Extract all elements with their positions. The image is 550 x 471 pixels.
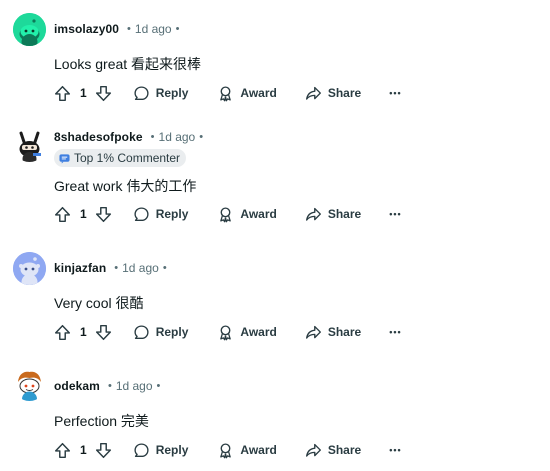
- award-ribbon-icon: [220, 206, 232, 222]
- comment-actions: 1 Reply Award Share •••: [54, 321, 402, 343]
- speech-bubble-icon: [134, 324, 149, 339]
- award-label: Award: [240, 207, 277, 221]
- snoo-green-avatar: [13, 13, 46, 46]
- reply-button[interactable]: Reply: [133, 442, 189, 459]
- ellipsis-icon[interactable]: •••: [389, 445, 401, 455]
- award-ribbon-icon: [220, 85, 232, 101]
- share-button[interactable]: Share: [305, 206, 361, 223]
- snoo-hair-avatar: [13, 368, 46, 401]
- timestamp[interactable]: 1d ago: [116, 379, 153, 393]
- avatar[interactable]: [13, 129, 46, 162]
- upvote-arrow-icon[interactable]: [54, 324, 71, 341]
- share-button[interactable]: Share: [305, 324, 361, 341]
- comment-body: Looks great 看起来很棒: [54, 56, 202, 72]
- award-button[interactable]: Award: [217, 206, 277, 223]
- comment-meta: kinjazfan • 1d ago •: [54, 261, 167, 275]
- commenter-badge-icon: [59, 153, 70, 164]
- separator-dot: •: [114, 262, 119, 274]
- reply-label: Reply: [155, 443, 189, 457]
- username[interactable]: 8shadesofpoke: [54, 130, 143, 144]
- share-button[interactable]: Share: [305, 85, 361, 102]
- downvote-arrow-icon[interactable]: [95, 206, 112, 223]
- username[interactable]: odekam: [54, 379, 100, 393]
- vote-group: 1: [54, 324, 112, 341]
- ellipsis-icon[interactable]: •••: [389, 209, 401, 219]
- comment-actions: 1 Reply Award Share •••: [54, 203, 402, 225]
- award-button[interactable]: Award: [217, 85, 277, 102]
- downvote-arrow-icon[interactable]: [95, 324, 112, 341]
- reply-label: Reply: [155, 325, 189, 339]
- avatar[interactable]: [13, 13, 46, 46]
- ellipsis-icon[interactable]: •••: [389, 327, 401, 337]
- timestamp[interactable]: 1d ago: [135, 22, 172, 36]
- share-label: Share: [327, 207, 362, 221]
- separator-dot: •: [199, 131, 204, 143]
- award-ribbon-icon: [220, 324, 232, 340]
- share-label: Share: [327, 325, 362, 339]
- speech-bubble-icon: [134, 442, 149, 457]
- downvote-arrow-icon[interactable]: [95, 85, 112, 102]
- upvote-arrow-icon[interactable]: [54, 85, 71, 102]
- user-flair: Top 1% Commenter: [54, 149, 187, 167]
- vote-score: 1: [80, 86, 87, 100]
- share-label: Share: [327, 86, 362, 100]
- share-label: Share: [327, 443, 362, 457]
- vote-group: 1: [54, 85, 112, 102]
- username[interactable]: kinjazfan: [54, 261, 106, 275]
- award-ribbon-icon: [220, 442, 232, 458]
- award-button[interactable]: Award: [217, 442, 277, 459]
- ellipsis-icon[interactable]: •••: [389, 88, 401, 98]
- award-label: Award: [240, 86, 277, 100]
- separator-dot: •: [175, 23, 180, 35]
- username[interactable]: imsolazy00: [54, 22, 119, 36]
- share-arrow-icon: [305, 86, 321, 100]
- comment-body: Perfection 完美: [54, 413, 149, 429]
- flair-label: Top 1% Commenter: [74, 151, 181, 165]
- comment-body: Great work 伟大的工作: [54, 178, 197, 194]
- timestamp[interactable]: 1d ago: [122, 261, 159, 275]
- comment-body: Very cool 很酷: [54, 295, 144, 311]
- upvote-arrow-icon[interactable]: [54, 206, 71, 223]
- separator-dot: •: [107, 380, 112, 392]
- share-arrow-icon: [305, 325, 321, 339]
- snoo-ninja-avatar: [13, 129, 46, 162]
- award-button[interactable]: Award: [217, 324, 277, 341]
- comment-meta: 8shadesofpoke • 1d ago •: [54, 130, 203, 144]
- reply-label: Reply: [155, 207, 189, 221]
- comment-meta: odekam • 1d ago •: [54, 379, 160, 393]
- reply-button[interactable]: Reply: [133, 206, 189, 223]
- vote-score: 1: [80, 325, 87, 339]
- share-button[interactable]: Share: [305, 442, 361, 459]
- timestamp[interactable]: 1d ago: [159, 130, 196, 144]
- avatar[interactable]: [13, 368, 46, 401]
- vote-group: 1: [54, 206, 112, 223]
- comment-actions: 1 Reply Award Share •••: [54, 439, 402, 461]
- speech-bubble-icon: [134, 85, 149, 100]
- reply-label: Reply: [155, 86, 189, 100]
- award-label: Award: [240, 325, 277, 339]
- comment-meta: imsolazy00 • 1d ago •: [54, 22, 179, 36]
- reply-button[interactable]: Reply: [133, 85, 189, 102]
- downvote-arrow-icon[interactable]: [95, 442, 112, 459]
- avatar[interactable]: [13, 252, 46, 285]
- separator-dot: •: [156, 380, 161, 392]
- vote-score: 1: [80, 207, 87, 221]
- speech-bubble-icon: [134, 206, 149, 221]
- comment-actions: 1 Reply Award Share •••: [54, 82, 402, 104]
- vote-group: 1: [54, 442, 112, 459]
- separator-dot: •: [150, 131, 155, 143]
- vote-score: 1: [80, 443, 87, 457]
- separator-dot: •: [162, 262, 167, 274]
- share-arrow-icon: [305, 443, 321, 457]
- separator-dot: •: [127, 23, 131, 35]
- share-arrow-icon: [305, 207, 321, 221]
- upvote-arrow-icon[interactable]: [54, 442, 71, 459]
- reply-button[interactable]: Reply: [133, 324, 189, 341]
- snoo-blue-avatar: [13, 252, 46, 285]
- award-label: Award: [240, 443, 277, 457]
